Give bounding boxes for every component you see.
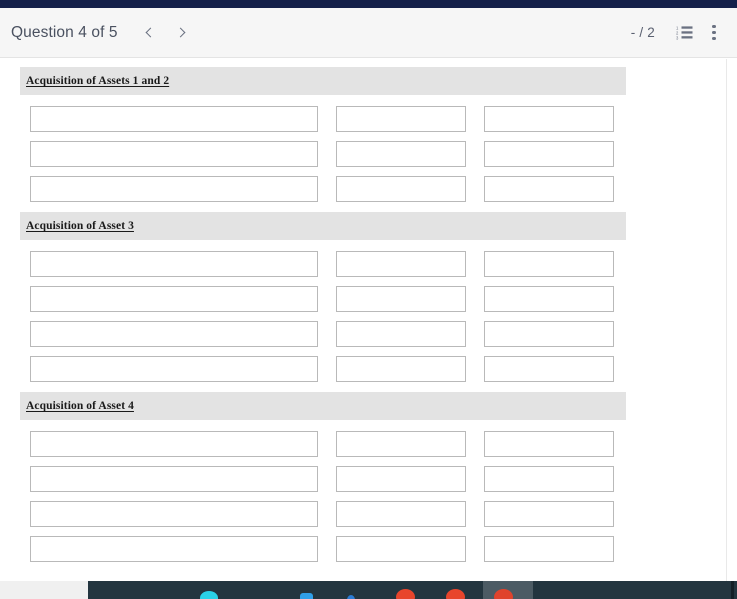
form-text-field[interactable]	[30, 251, 318, 277]
section-header-band: Acquisition of Asset 4	[20, 392, 626, 420]
question-counter-label: Question 4 of 5	[11, 23, 118, 41]
section-title: Acquisition of Assets 1 and 2	[26, 75, 170, 87]
app-icon-blue-small[interactable]	[347, 595, 355, 599]
kebab-menu-icon	[712, 25, 716, 40]
page-indicator: - / 2	[630, 25, 655, 40]
form-text-field[interactable]	[30, 286, 318, 312]
form-text-field[interactable]	[484, 321, 614, 347]
form-text-field[interactable]	[336, 501, 466, 527]
form-text-field[interactable]	[336, 466, 466, 492]
field-row	[30, 321, 726, 347]
field-row	[30, 286, 726, 312]
app-icon-red-active[interactable]	[494, 589, 513, 599]
outline-list-icon: 1 2 3	[676, 26, 692, 40]
app-icon-blue[interactable]	[300, 593, 313, 599]
next-question-button[interactable]	[166, 17, 198, 49]
question-navigation	[134, 17, 198, 49]
section-title: Acquisition of Asset 3	[26, 220, 134, 232]
section-header-band: Acquisition of Assets 1 and 2	[20, 67, 626, 95]
section-header-band: Acquisition of Asset 3	[20, 212, 626, 240]
more-options-button[interactable]	[699, 18, 729, 48]
form-text-field[interactable]	[484, 536, 614, 562]
app-icon-red-1[interactable]	[396, 589, 415, 599]
form-text-field[interactable]	[484, 431, 614, 457]
form-text-field[interactable]	[484, 501, 614, 527]
form-text-field[interactable]	[336, 356, 466, 382]
form-text-field[interactable]	[336, 536, 466, 562]
form-text-field[interactable]	[30, 466, 318, 492]
form-text-field[interactable]	[484, 106, 614, 132]
form-section: Acquisition of Assets 1 and 2	[0, 67, 726, 212]
outline-toggle-button[interactable]: 1 2 3	[669, 18, 699, 48]
field-row	[30, 176, 726, 202]
form-text-field[interactable]	[30, 321, 318, 347]
field-row	[30, 466, 726, 492]
form-text-field[interactable]	[484, 466, 614, 492]
field-row	[30, 501, 726, 527]
form-text-field[interactable]	[336, 251, 466, 277]
application-window: Question 4 of 5 - / 2 1 2 3 Acquisition …	[0, 0, 737, 599]
form-text-field[interactable]	[484, 251, 614, 277]
form-text-field[interactable]	[30, 106, 318, 132]
document-page: Acquisition of Assets 1 and 2 Acquisition…	[0, 59, 727, 581]
form-text-field[interactable]	[336, 106, 466, 132]
svg-text:3: 3	[676, 35, 679, 40]
chevron-right-icon	[175, 27, 186, 38]
field-row	[30, 106, 726, 132]
document-scroll-area[interactable]: Acquisition of Assets 1 and 2 Acquisition…	[0, 59, 737, 581]
section-title: Acquisition of Asset 4	[26, 400, 134, 412]
taskbar-right-edge	[731, 581, 734, 599]
app-icon-red-2[interactable]	[446, 589, 465, 599]
form-text-field[interactable]	[484, 176, 614, 202]
form-text-field[interactable]	[336, 431, 466, 457]
form-text-field[interactable]	[484, 141, 614, 167]
os-taskbar[interactable]	[0, 581, 737, 599]
previous-question-button[interactable]	[134, 17, 166, 49]
field-row	[30, 431, 726, 457]
field-row	[30, 251, 726, 277]
form-text-field[interactable]	[484, 286, 614, 312]
form-section: Acquisition of Asset 3	[0, 212, 726, 392]
form-text-field[interactable]	[30, 501, 318, 527]
app-icon-cyan[interactable]	[200, 591, 218, 599]
form-text-field[interactable]	[336, 141, 466, 167]
chevron-left-icon	[145, 27, 156, 38]
form-text-field[interactable]	[30, 141, 318, 167]
form-text-field[interactable]	[30, 536, 318, 562]
field-row	[30, 141, 726, 167]
form-text-field[interactable]	[484, 356, 614, 382]
field-row	[30, 536, 726, 562]
viewer-toolbar: Question 4 of 5 - / 2 1 2 3	[0, 8, 737, 58]
form-text-field[interactable]	[336, 286, 466, 312]
form-text-field[interactable]	[336, 321, 466, 347]
form-text-field[interactable]	[30, 356, 318, 382]
browser-chrome-strip	[0, 0, 737, 8]
field-row	[30, 356, 726, 382]
form-text-field[interactable]	[30, 431, 318, 457]
form-sections-container: Acquisition of Assets 1 and 2 Acquisition…	[0, 59, 726, 572]
form-text-field[interactable]	[30, 176, 318, 202]
form-section: Acquisition of Asset 4	[0, 392, 726, 572]
form-text-field[interactable]	[336, 176, 466, 202]
